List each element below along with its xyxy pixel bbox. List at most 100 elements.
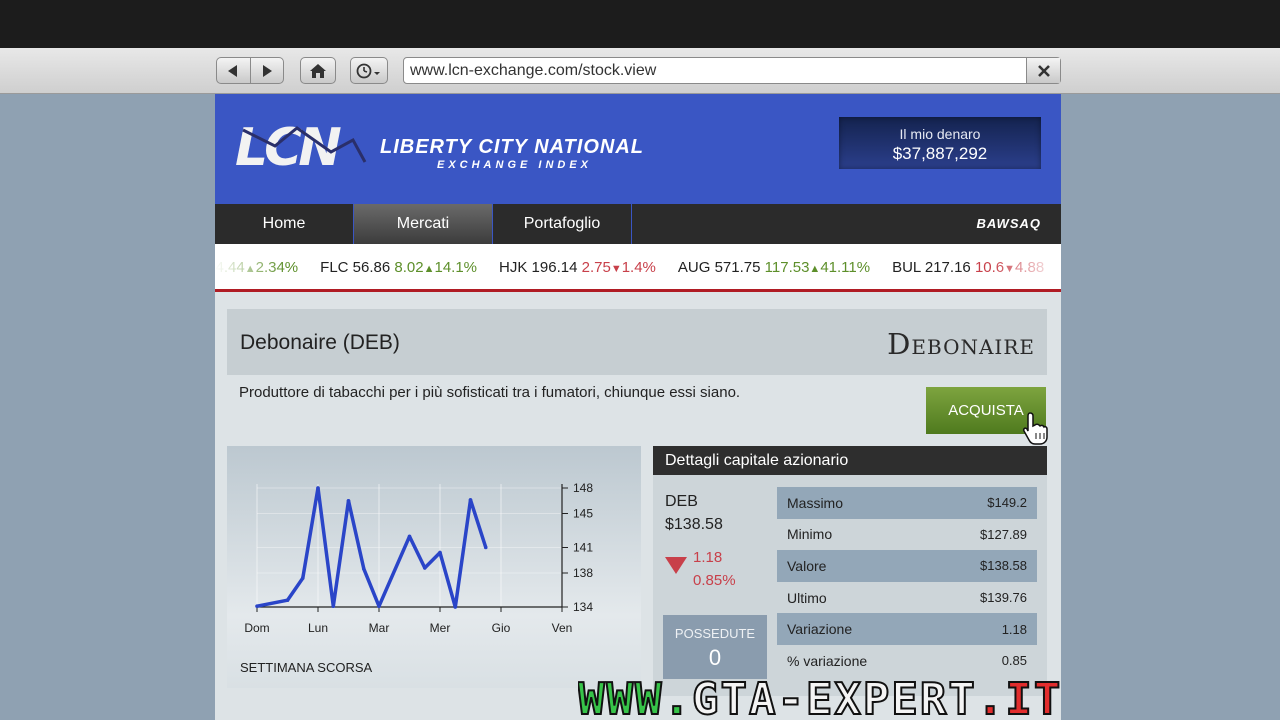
history-button[interactable] [350,57,388,84]
owned-shares-box: POSSEDUTE 0 [663,615,767,679]
stop-button[interactable] [1026,58,1060,83]
watermark-logo: WWW.GTA-EXPERT.IT [578,680,1063,720]
ticker-item: AUG 571.75 117.53▲41.11% [678,259,870,276]
ticker-change: 117.53 [764,259,810,276]
price-line-chart: 134 138 141 145 148 Dom Lun Mar Mer Gio Ven [244,481,593,635]
chart-y-tick-label: 145 [573,507,593,521]
chart-point [316,486,320,490]
ticker-symbol: FLC [320,259,349,276]
details-table: Massimo $149.2 Minimo $127.89 Valore $138.5… [777,487,1037,677]
table-row: % variazione 0.85 [787,652,1027,669]
close-icon [1037,64,1050,77]
lcn-logo[interactable]: LCN [235,118,367,178]
table-row: Massimo $149.2 [777,487,1037,519]
browser-toolbar: www.lcn-exchange.com/stock.view [0,48,1280,94]
chart-point [453,605,458,609]
money-value: $37,887,292 [892,144,988,163]
chart-x-tick-label: Lun [308,621,328,635]
ticker-percent: 14.1% [434,259,478,276]
stock-ticker: 7 4.44▲2.34%FLC 56.86 8.02▲14.1%HJK 196.… [215,244,1061,292]
table-row: Valore $138.58 [777,550,1037,582]
back-arrow-icon [228,64,238,77]
ticker-price: 217.16 [924,259,971,276]
money-label: Il mio denaro [899,126,981,142]
ticker-symbol: HJK [499,259,528,276]
home-icon [310,63,326,78]
chart-y-tick-label: 148 [573,481,593,495]
company-title-bar: Debonaire (DEB) Debonaire [227,309,1047,375]
ticker-price: 56.86 [352,259,391,276]
site-title: LIBERTY CITY NATIONAL [380,136,644,158]
menu-item-home[interactable]: Home [215,204,354,244]
change-percent: 0.85% [693,572,736,589]
address-bar[interactable]: www.lcn-exchange.com/stock.view [403,57,1061,84]
company-description: Produttore di tabacchi per i più sofisti… [239,384,741,401]
menu-item-portafoglio[interactable]: Portafoglio [493,204,632,244]
chart-point [468,498,473,502]
menu-item-mercati[interactable]: Mercati [354,204,493,244]
site-header: LCN LIBERTY CITY NATIONAL EXCHANGE INDEX… [215,94,1061,204]
down-arrow-icon [665,557,687,574]
chart-point [407,534,412,539]
details-title: Dettagli capitale azionario [653,446,1047,475]
ticker-price: 571.75 [714,259,761,276]
forward-arrow-icon [262,64,272,77]
ticker-track: 7 4.44▲2.34%FLC 56.86 8.02▲14.1%HJK 196.… [215,259,1061,276]
owned-label: POSSEDUTE [674,626,756,641]
stock-symbol: DEB [665,493,698,510]
chart-x-tick-label: Mer [430,621,451,635]
ticker-symbol: BUL [892,259,921,276]
chart-point [300,576,305,580]
chart-point [483,545,488,550]
ticker-arrow-icon: ▲ [423,263,435,275]
chart-x-tick-label: Dom [244,621,269,635]
table-row: Variazione 1.18 [777,613,1037,645]
my-money-box: Il mio denaro $37,887,292 [839,117,1041,169]
chart-point [377,604,381,608]
main-menu: Home Mercati Portafoglio BAWSAQ [215,204,1061,244]
chart-point [331,604,336,608]
ticker-price: 196.14 [531,259,578,276]
chart-point [422,566,427,570]
ticker-percent: 1.4% [621,259,656,276]
ticker-arrow-icon: ▼ [610,263,622,275]
url-text[interactable]: www.lcn-exchange.com/stock.view [404,58,1026,83]
ticker-change: 2.75 [581,259,611,276]
ticker-item: HJK 196.14 2.75▼1.4% [499,259,656,276]
site-subtitle: EXCHANGE INDEX [437,159,593,171]
chart-point [255,604,259,608]
stock-details-panel: Dettagli capitale azionario DEB $138.58 … [653,446,1047,696]
chart-point [438,550,442,555]
ticker-arrow-icon: ▲ [809,263,821,275]
chart-point [361,566,366,571]
chart-y-tick-label: 141 [573,541,593,555]
table-row: Ultimo $139.76 [787,589,1027,606]
chart-point [346,498,351,503]
table-row: Minimo $127.89 [787,526,1027,543]
chart-x-tick-label: Ven [552,621,573,635]
bawsaq-logo[interactable]: BAWSAQ [977,216,1042,231]
ticker-item: FLC 56.86 8.02▲14.1% [320,259,477,276]
history-clock-icon [356,63,380,78]
web-page: LCN LIBERTY CITY NATIONAL EXCHANGE INDEX… [215,94,1061,720]
back-button[interactable] [217,58,250,83]
stock-change: 1.18 0.85% [693,546,736,592]
price-chart-panel: 134 138 141 145 148 Dom Lun Mar Mer Gio Ven SETTIM… [227,446,641,688]
home-button[interactable] [300,57,336,84]
stock-price: $138.58 [665,516,723,533]
company-name: Debonaire (DEB) [240,331,400,354]
owned-value: 0 [708,645,722,670]
chart-caption: SETTIMANA SCORSA [240,660,373,675]
logo-chart-line-icon [242,126,367,163]
change-value: 1.18 [693,549,723,566]
forward-button[interactable] [249,58,284,83]
chart-x-tick-label: Mar [369,621,390,635]
chart-point [285,598,290,602]
ticker-symbol: AUG [677,259,711,276]
chart-y-tick-label: 134 [573,600,593,614]
top-black-bar [0,0,1280,48]
ticker-percent: 41.11% [820,259,871,276]
hand-cursor-icon [1023,412,1048,445]
chart-y-tick-label: 138 [573,566,593,580]
company-brand-logo: Debonaire [887,327,1035,361]
